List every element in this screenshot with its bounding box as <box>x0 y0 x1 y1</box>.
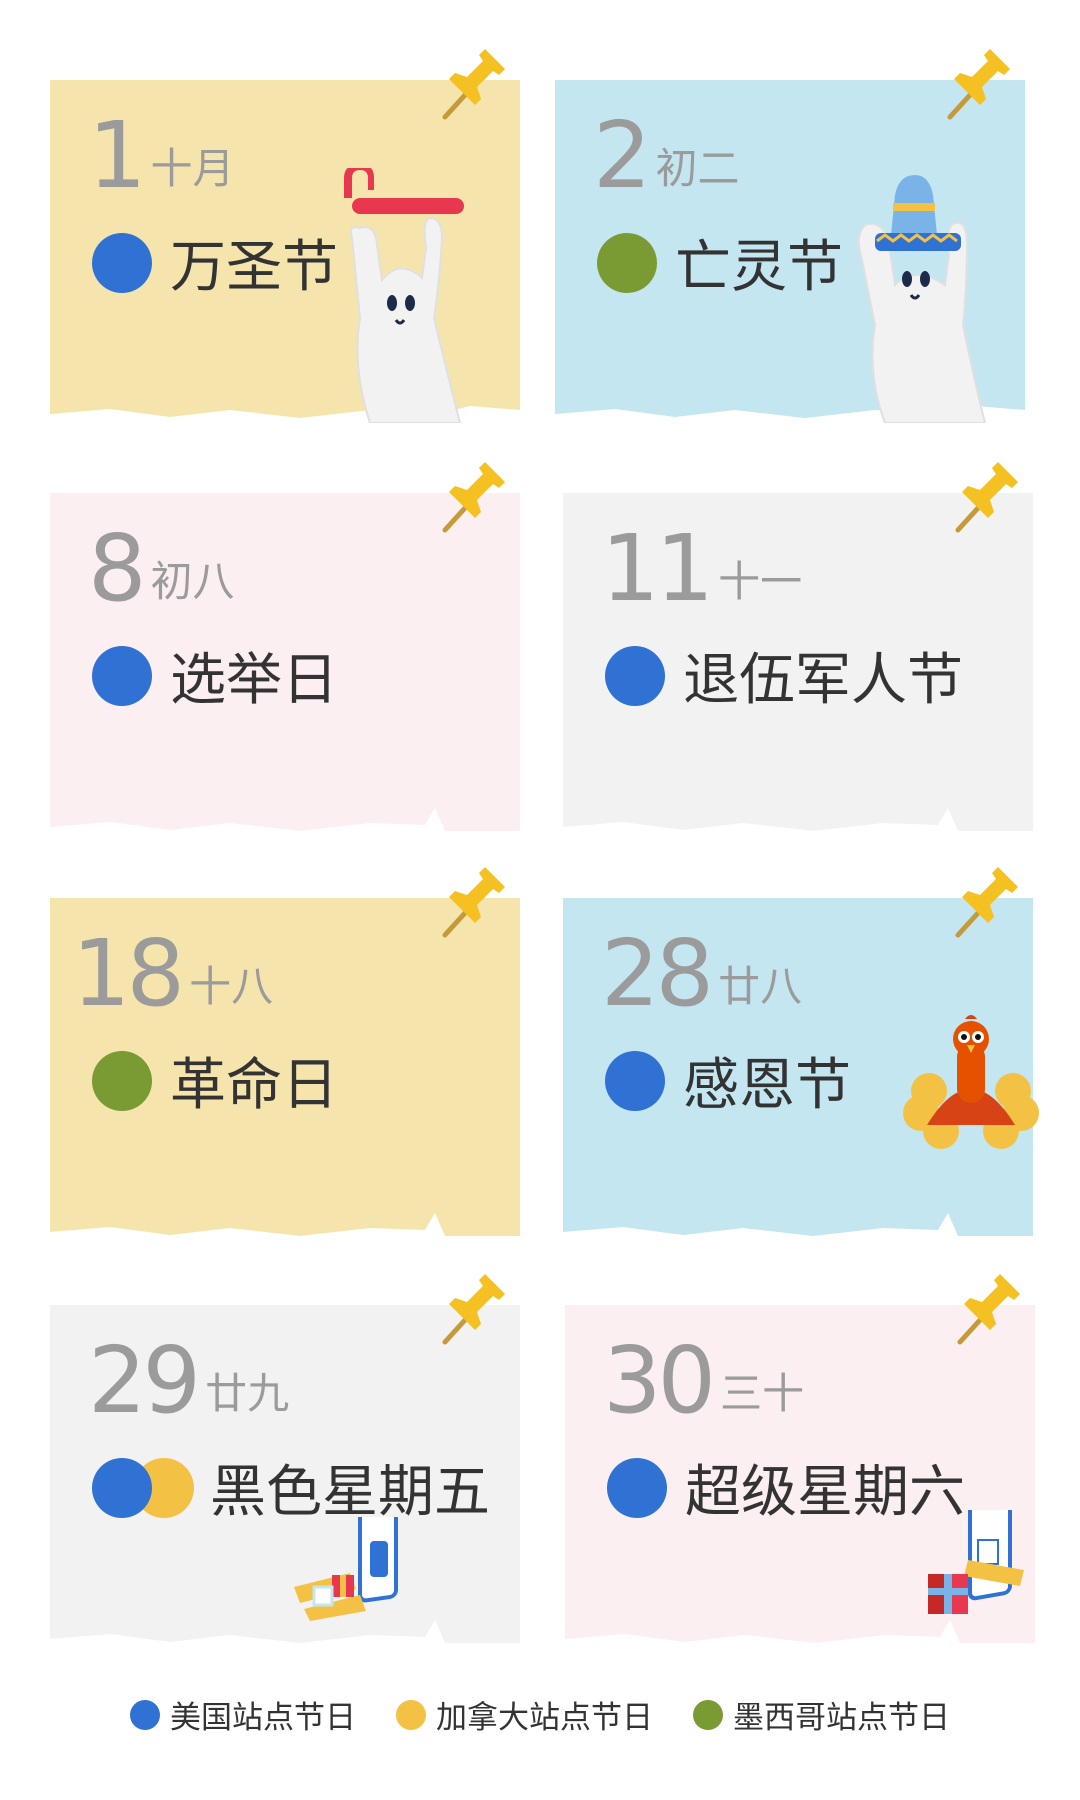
legend-item-ca: 加拿大站点节日 <box>396 1692 653 1737</box>
holiday-name: 万圣节 <box>170 235 338 300</box>
pushpin-icon <box>435 1270 515 1350</box>
lunar-date: 初八 <box>150 557 235 606</box>
holiday-row: 选举日 <box>92 635 338 716</box>
lunar-date: 十八 <box>189 962 274 1011</box>
mx-region-dot <box>597 232 657 293</box>
ghost-with-candy-cane-icon <box>330 168 470 423</box>
lunar-date: 十一 <box>718 557 803 606</box>
holiday-name: 革命日 <box>170 1053 338 1118</box>
day-number: 18 <box>72 920 185 1027</box>
ca-region-dot <box>396 1699 426 1730</box>
us-region-dot <box>605 1050 665 1111</box>
lunar-date: 三十 <box>720 1369 805 1418</box>
lunar-date: 十月 <box>150 144 235 193</box>
pushpin-icon <box>948 863 1028 943</box>
turkey-icon <box>901 1013 1041 1153</box>
holiday-row: 退伍军人节 <box>605 635 963 716</box>
holiday-row: 万圣节 <box>92 222 338 303</box>
us-region-dot <box>130 1699 160 1730</box>
calendar-card-day-1: 1 十月 万圣节 <box>50 49 520 423</box>
us-ca-region-dots <box>92 1457 194 1518</box>
legend-label: 美国站点节日 <box>170 1700 356 1736</box>
date-row: 28 廿八 <box>601 928 802 1020</box>
holiday-row: 革命日 <box>92 1040 338 1121</box>
mx-region-dot <box>693 1699 723 1730</box>
lunar-date: 廿八 <box>718 962 803 1011</box>
pushpin-icon <box>435 458 515 538</box>
legend-label: 加拿大站点节日 <box>436 1700 653 1736</box>
us-region-dot <box>92 232 152 293</box>
us-region-dot <box>92 645 152 706</box>
holiday-name: 亡灵节 <box>675 235 843 300</box>
pushpin-icon <box>435 863 515 943</box>
shopping-phone-icon <box>290 1517 410 1622</box>
date-row: 1 十月 <box>88 110 235 202</box>
shopping-phone-gift-icon <box>920 1510 1030 1620</box>
ghost-with-sombrero-icon <box>855 175 995 423</box>
pushpin-icon <box>940 45 1020 125</box>
date-row: 11 十一 <box>601 523 802 615</box>
date-row: 30 三十 <box>603 1335 804 1427</box>
holiday-row: 超级星期六 <box>607 1447 965 1528</box>
pushpin-icon <box>950 1270 1030 1350</box>
holiday-row: 黑色星期五 <box>92 1447 490 1528</box>
us-region-dot <box>605 645 665 706</box>
us-region-dot <box>92 1457 152 1518</box>
calendar-card-day-8: 8 初八 选举日 <box>50 462 520 831</box>
calendar-card-day-30: 30 三十 超级星期六 <box>565 1274 1035 1643</box>
holiday-name: 感恩节 <box>683 1053 851 1118</box>
calendar-card-day-11: 11 十一 退伍军人节 <box>563 462 1033 831</box>
holiday-row: 感恩节 <box>605 1040 851 1121</box>
calendar-card-day-28: 28 廿八 感恩节 <box>563 867 1039 1236</box>
day-number: 2 <box>593 102 652 209</box>
holiday-name: 退伍军人节 <box>683 648 963 713</box>
holiday-row: 亡灵节 <box>597 222 843 303</box>
calendar-card-day-18: 18 十八 革命日 <box>50 867 520 1236</box>
day-number: 8 <box>88 515 147 622</box>
calendar-card-day-2: 2 初二 亡灵节 <box>555 49 1025 423</box>
pushpin-icon <box>435 45 515 125</box>
day-number: 1 <box>88 102 147 209</box>
holiday-name: 选举日 <box>170 648 338 713</box>
lunar-date: 初二 <box>655 144 740 193</box>
pushpin-icon <box>948 458 1028 538</box>
date-row: 18 十八 <box>72 928 273 1020</box>
lunar-date: 廿九 <box>205 1369 290 1418</box>
date-row: 8 初八 <box>88 523 235 615</box>
holiday-name: 黑色星期五 <box>210 1460 490 1525</box>
legend: 美国站点节日 加拿大站点节日 墨西哥站点节日 <box>0 1692 1080 1737</box>
day-number: 30 <box>603 1327 716 1434</box>
date-row: 2 初二 <box>593 110 740 202</box>
mx-region-dot <box>92 1050 152 1111</box>
us-region-dot <box>607 1457 667 1518</box>
day-number: 11 <box>601 515 714 622</box>
day-number: 29 <box>88 1327 201 1434</box>
date-row: 29 廿九 <box>88 1335 289 1427</box>
day-number: 28 <box>601 920 714 1027</box>
calendar-card-day-29: 29 廿九 黑色星期五 <box>50 1274 520 1643</box>
legend-label: 墨西哥站点节日 <box>733 1700 950 1736</box>
legend-item-us: 美国站点节日 <box>130 1692 356 1737</box>
legend-item-mx: 墨西哥站点节日 <box>693 1692 950 1737</box>
